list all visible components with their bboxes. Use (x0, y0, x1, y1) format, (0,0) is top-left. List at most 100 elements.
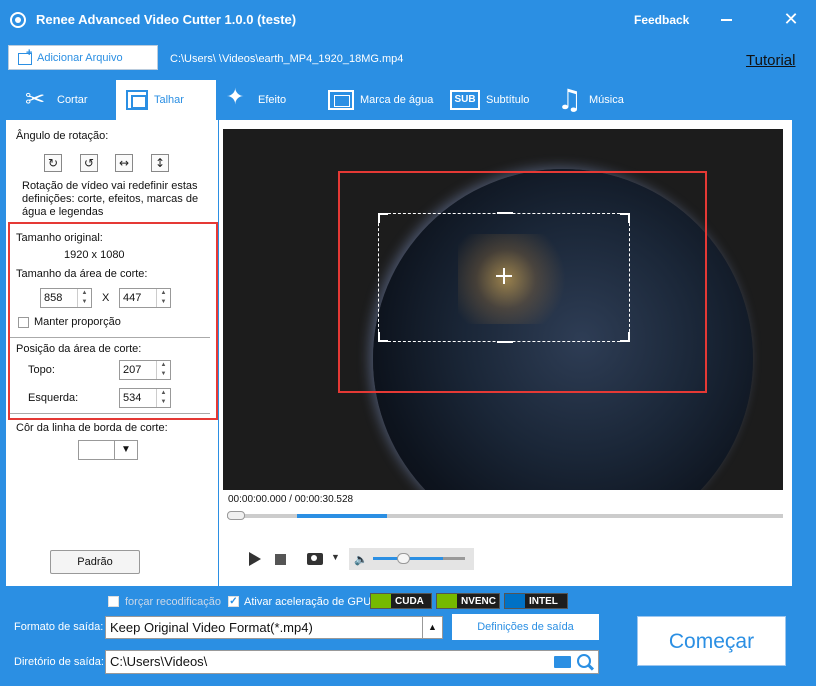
decrement-arrow-icon[interactable]: ▼ (157, 398, 170, 407)
volume-slider[interactable] (373, 553, 465, 564)
crop-handle-top-left[interactable] (378, 213, 388, 223)
add-file-icon (17, 47, 33, 65)
tab-label: Talhar (154, 94, 184, 106)
crop-size-label: Tamanho da área de corte: (16, 268, 148, 280)
gpu-accel-label: Ativar aceleração de GPU (244, 596, 372, 608)
default-button[interactable]: Padrão (50, 550, 140, 574)
output-format-label: Formato de saída: (14, 621, 104, 633)
rotate-counterclockwise-button[interactable]: ↺ (80, 154, 98, 172)
size-separator: X (102, 292, 110, 304)
increment-arrow-icon[interactable]: ▲ (157, 389, 170, 398)
output-format-value: Keep Original Video Format(*.mp4) (110, 620, 313, 635)
minimize-icon[interactable] (721, 19, 732, 21)
original-size-value: 1920 x 1080 (64, 249, 125, 261)
subtitle-icon: SUB (450, 90, 480, 110)
preview-panel: 00:00:00.000 / 00:00:30.528 ▼ 🔈 (219, 120, 792, 586)
add-file-button[interactable]: Adicionar Arquivo (8, 45, 158, 70)
camera-icon[interactable] (307, 553, 323, 565)
nvenc-badge-label: NVENC (461, 595, 497, 607)
music-icon (557, 83, 583, 116)
flip-vertical-button[interactable]: ↕ (151, 154, 169, 172)
crop-handle-bottom[interactable] (497, 341, 513, 343)
crop-handle-bottom-right[interactable] (620, 332, 630, 342)
output-dir-input[interactable]: C:\Users\Videos\ (105, 650, 599, 674)
tab-cortar[interactable]: Cortar (25, 80, 115, 120)
flip-horizontal-button[interactable]: ↔ (115, 154, 133, 172)
search-icon[interactable] (577, 654, 591, 668)
close-icon[interactable]: ✕ (782, 10, 800, 28)
decrement-arrow-icon[interactable]: ▼ (157, 370, 170, 379)
cuda-badge: CUDA (370, 593, 432, 609)
keep-proportion-row[interactable]: Manter proporção (18, 316, 121, 328)
tab-label: Marca de água (360, 94, 434, 106)
left-label: Esquerda: (28, 392, 79, 404)
increment-arrow-icon[interactable]: ▲ (78, 289, 91, 298)
crop-icon (126, 90, 148, 110)
volume-icon[interactable]: 🔈 (354, 553, 368, 566)
start-button[interactable]: Começar (637, 616, 786, 666)
left-position-stepper[interactable]: 534 ▲ ▼ (119, 388, 171, 408)
tab-label: Subtítulo (486, 94, 530, 106)
crop-handle-top[interactable] (497, 212, 513, 214)
crop-height-stepper[interactable]: 447 ▲ ▼ (119, 288, 171, 308)
volume-knob[interactable] (396, 553, 410, 564)
tab-efeito[interactable]: Efeito (226, 80, 316, 120)
chevron-up-icon[interactable]: ▲ (422, 617, 442, 638)
tab-talhar[interactable]: Talhar (116, 80, 216, 120)
chevron-down-icon[interactable]: ▼ (115, 441, 137, 459)
divider (10, 413, 210, 414)
output-dir-value: C:\Users\Videos\ (110, 654, 208, 669)
chevron-down-icon[interactable]: ▼ (331, 552, 340, 562)
output-settings-button[interactable]: Definições de saída (452, 614, 599, 640)
volume-control[interactable]: 🔈 (349, 548, 474, 570)
increment-arrow-icon[interactable]: ▲ (157, 361, 170, 370)
tab-musica[interactable]: Música (557, 80, 647, 120)
tab-marca-de-agua[interactable]: Marca de água (328, 80, 448, 120)
file-path: C:\Users\ \Videos\earth_MP4_1920_18MG.mp… (170, 53, 404, 65)
rotation-note: Rotação de vídeo vai redefinir estas def… (22, 180, 199, 218)
crop-handle-top-right[interactable] (620, 213, 630, 223)
top-position-stepper[interactable]: 207 ▲ ▼ (119, 360, 171, 380)
crop-settings-panel: Ângulo de rotação: ↻ ↺ ↔ ↕ Rotação de ví… (6, 120, 218, 586)
move-crosshair-icon[interactable] (503, 268, 505, 284)
nvidia-logo-icon (437, 594, 457, 608)
force-reencode-checkbox[interactable] (108, 596, 119, 607)
video-preview[interactable] (223, 129, 783, 490)
tab-subtitulo[interactable]: SUB Subtítulo (450, 80, 550, 120)
feedback-link[interactable]: Feedback (634, 13, 689, 27)
crop-handle-bottom-left[interactable] (378, 332, 388, 342)
border-color-picker[interactable]: ▼ (78, 440, 138, 460)
rotate-clockwise-button[interactable]: ↻ (44, 154, 62, 172)
timeline-handle[interactable] (227, 511, 245, 520)
original-size-label: Tamanho original: (16, 232, 103, 244)
tab-label: Música (589, 94, 624, 106)
stop-icon[interactable] (275, 554, 286, 565)
keep-proportion-checkbox[interactable] (18, 316, 29, 328)
output-dir-label: Diretório de saída: (14, 656, 104, 668)
play-icon[interactable] (249, 552, 261, 566)
crop-height-value: 447 (123, 292, 142, 304)
keep-proportion-label: Manter proporção (34, 316, 121, 328)
divider (10, 337, 210, 338)
app-title: Renee Advanced Video Cutter 1.0.0 (teste… (36, 12, 297, 27)
magic-wand-icon (226, 85, 252, 113)
output-format-select[interactable]: Keep Original Video Format(*.mp4) ▲ (105, 616, 443, 639)
timeline-slider[interactable] (227, 511, 783, 520)
intel-logo-icon (505, 594, 525, 608)
timeline-buffer (297, 514, 387, 518)
border-color-label: Côr da linha de borda de corte: (16, 422, 168, 434)
increment-arrow-icon[interactable]: ▲ (157, 289, 170, 298)
position-label: Posição da área de corte: (16, 343, 142, 355)
folder-icon[interactable] (554, 656, 571, 668)
crop-width-stepper[interactable]: 858 ▲ ▼ (40, 288, 92, 308)
decrement-arrow-icon[interactable]: ▼ (157, 298, 170, 307)
tab-label: Cortar (57, 94, 88, 106)
title-bar: Renee Advanced Video Cutter 1.0.0 (teste… (0, 0, 816, 40)
border-color-swatch (79, 441, 115, 459)
gpu-accel-checkbox[interactable]: ✓ (228, 596, 239, 607)
cuda-badge-label: CUDA (395, 595, 424, 607)
tutorial-link[interactable]: Tutorial (746, 52, 795, 69)
decrement-arrow-icon[interactable]: ▼ (78, 298, 91, 307)
crop-width-value: 858 (44, 292, 63, 304)
force-reencode-label: forçar recodificação (125, 596, 221, 608)
